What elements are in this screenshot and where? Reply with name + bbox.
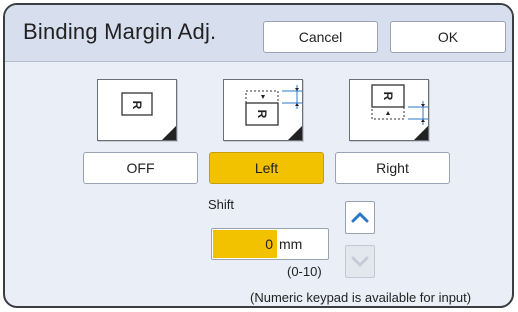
dialog-title: Binding Margin Adj. bbox=[23, 19, 217, 44]
shift-range: (0-10) bbox=[287, 264, 322, 279]
mode-right-button[interactable]: Right bbox=[335, 152, 450, 184]
title-bar: Binding Margin Adj. Cancel OK bbox=[5, 5, 512, 62]
svg-text:R: R bbox=[130, 101, 144, 110]
binding-right-icon[interactable]: R bbox=[349, 79, 429, 141]
binding-margin-dialog: Binding Margin Adj. Cancel OK R R R OFF … bbox=[3, 3, 514, 308]
shift-value: 0 bbox=[265, 236, 273, 252]
keypad-note: (Numeric keypad is available for input) bbox=[250, 290, 472, 305]
shift-unit: mm bbox=[279, 236, 303, 252]
svg-text:R: R bbox=[255, 110, 269, 119]
mode-off-button[interactable]: OFF bbox=[83, 152, 198, 184]
shift-input[interactable]: 0 mm bbox=[211, 228, 329, 260]
cancel-button[interactable]: Cancel bbox=[263, 21, 378, 53]
ok-button[interactable]: OK bbox=[390, 21, 506, 53]
decrease-button[interactable] bbox=[345, 245, 375, 278]
increase-button[interactable] bbox=[345, 201, 375, 234]
chevron-down-icon bbox=[351, 256, 369, 267]
binding-off-icon[interactable]: R bbox=[97, 79, 177, 141]
shift-label: Shift bbox=[208, 197, 235, 212]
svg-text:R: R bbox=[381, 92, 395, 101]
chevron-up-icon bbox=[351, 212, 369, 223]
mode-left-button[interactable]: Left bbox=[209, 152, 324, 184]
binding-left-icon[interactable]: R bbox=[223, 79, 303, 141]
